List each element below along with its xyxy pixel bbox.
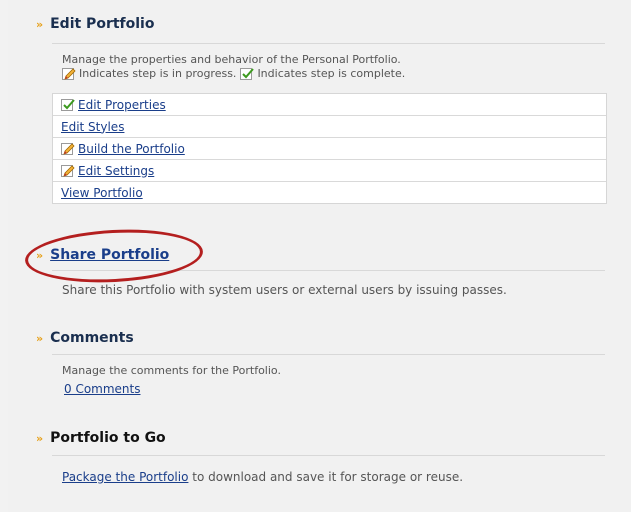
package-portfolio-link[interactable]: Package the Portfolio [62,470,188,484]
pencil-icon [61,143,75,155]
comments-title: Comments [50,330,134,346]
edit-portfolio-title: Edit Portfolio [50,16,155,32]
legend-complete-text: Indicates step is complete. [257,67,406,80]
comments-header: » Comments [36,330,134,346]
edit-styles-link[interactable]: Edit Styles [61,120,124,134]
section-divider [52,43,605,44]
status-legend: Indicates step is in progress. Indicates… [62,66,405,81]
portfolio-to-go-title: Portfolio to Go [50,430,166,446]
legend-progress-text: Indicates step is in progress. [79,67,237,80]
build-portfolio-link[interactable]: Build the Portfolio [78,142,185,156]
list-item: Edit Properties [53,94,606,116]
edit-settings-link[interactable]: Edit Settings [78,164,154,178]
chevron-right-icon: » [36,17,44,31]
chevron-right-icon: » [36,331,44,345]
pencil-icon [61,165,75,177]
highlight-circle [23,225,205,287]
section-divider [52,455,605,456]
comments-description: Manage the comments for the Portfolio. [62,364,281,377]
pencil-icon [62,68,76,80]
view-portfolio-link[interactable]: View Portfolio [61,186,143,200]
list-item: Edit Styles [53,116,606,138]
portfolio-panel: » Edit Portfolio Manage the properties a… [8,0,631,512]
checkmark-icon [240,68,255,80]
comments-count-link[interactable]: 0 Comments [64,382,141,396]
checkmark-icon [61,99,75,111]
list-item: View Portfolio [53,182,606,203]
edit-portfolio-header: » Edit Portfolio [36,16,154,32]
chevron-right-icon: » [36,431,44,445]
portfolio-to-go-suffix: to download and save it for storage or r… [188,470,464,484]
list-item: Edit Settings [53,160,606,182]
share-portfolio-description: Share this Portfolio with system users o… [62,283,507,297]
portfolio-to-go-header: » Portfolio to Go [36,430,166,446]
section-divider [52,354,605,355]
edit-portfolio-description: Manage the properties and behavior of th… [62,53,401,66]
steps-list: Edit Properties Edit Styles Build the Po… [52,93,607,204]
comments-count-wrap: 0 Comments [64,382,141,397]
edit-properties-link[interactable]: Edit Properties [78,98,166,112]
portfolio-to-go-description: Package the Portfolio to download and sa… [62,470,463,485]
list-item: Build the Portfolio [53,138,606,160]
